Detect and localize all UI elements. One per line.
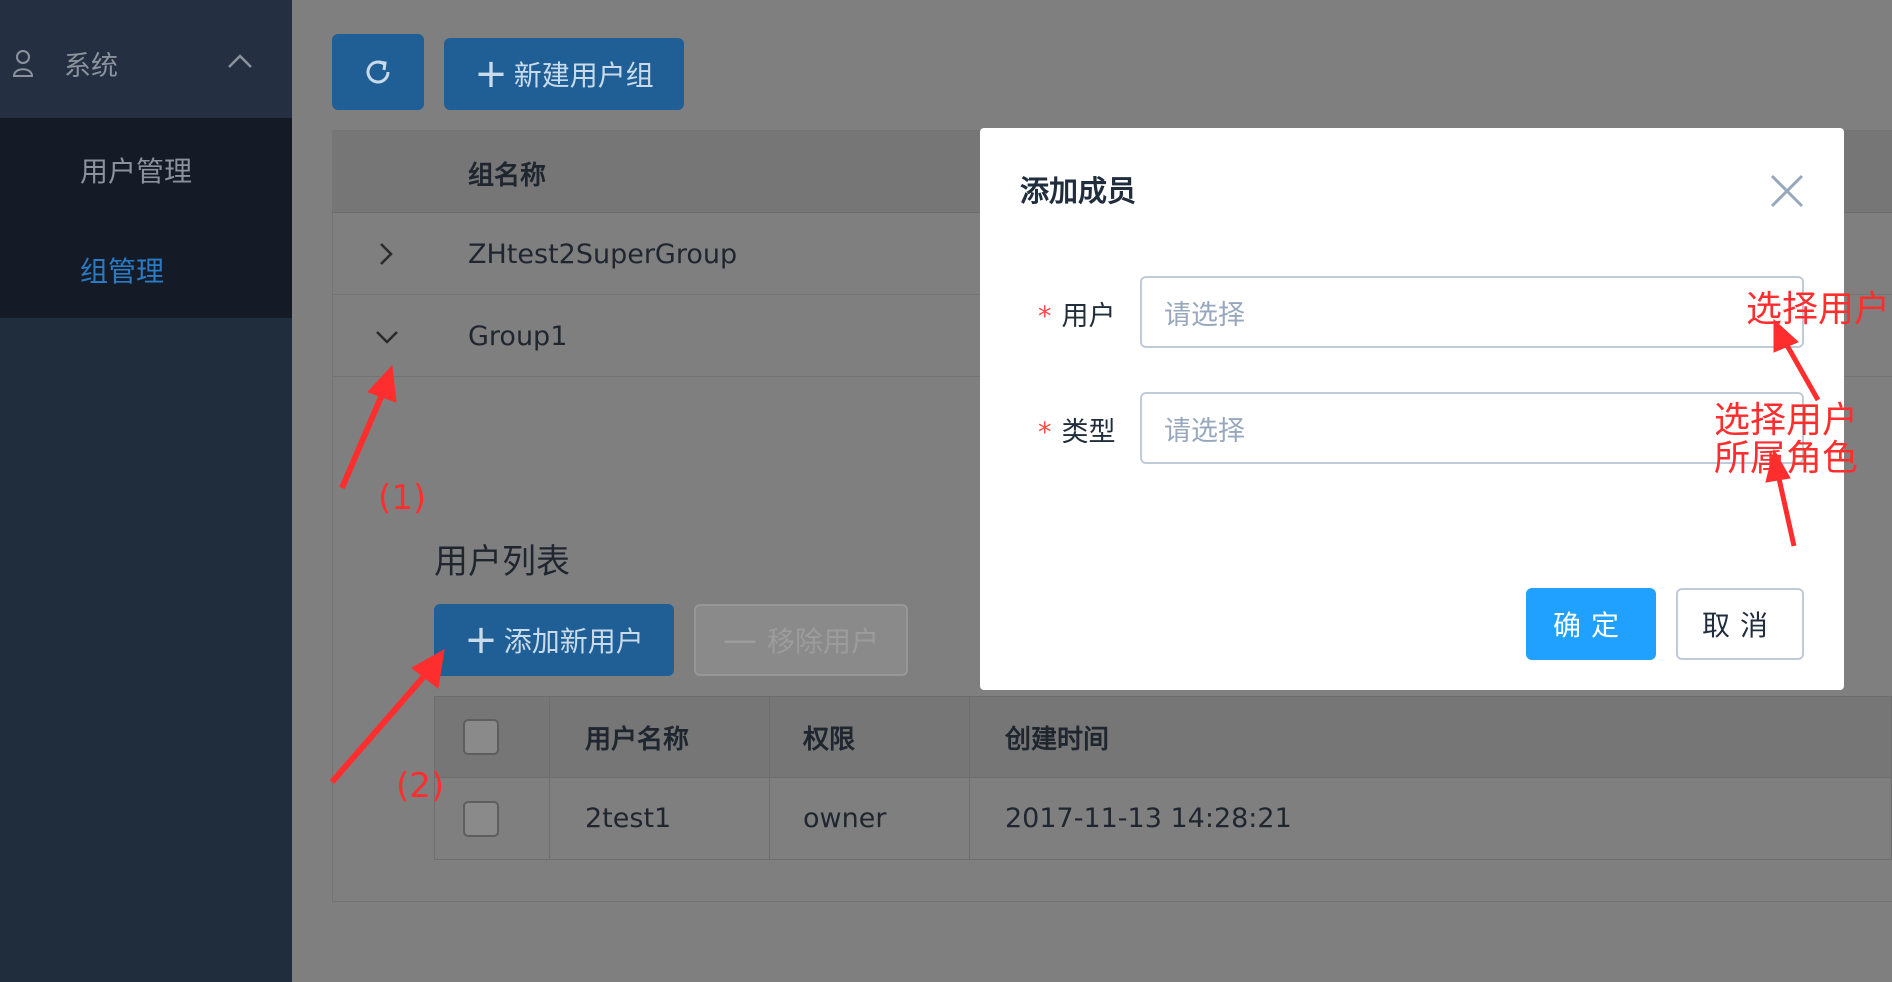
chevron-down-icon[interactable]: [374, 327, 400, 347]
chevron-up-icon[interactable]: [226, 52, 254, 70]
row-select-cell: [463, 778, 499, 859]
dialog-title: 添加成员: [1020, 174, 1137, 208]
created-time-cell: 2017-11-13 14:28:21: [1005, 803, 1292, 834]
group-name-column-header: 组名称: [468, 161, 547, 191]
user-list-title: 用户列表: [434, 542, 570, 582]
minus-icon: —: [722, 620, 757, 660]
annotation-step-1: (1): [378, 478, 427, 518]
group-name: Group1: [468, 321, 568, 352]
confirm-button[interactable]: 确定: [1526, 588, 1656, 660]
annotation-select-role-line1: 选择用户: [1714, 400, 1859, 441]
remove-user-button[interactable]: — 移除用户: [694, 604, 908, 676]
required-mark: *: [1038, 301, 1052, 332]
user-name-cell: 2test1: [585, 803, 672, 834]
user-field-label: * 用户: [1038, 294, 1116, 333]
new-group-button[interactable]: + 新建用户组: [444, 38, 684, 110]
user-select[interactable]: 请选择: [1140, 276, 1804, 348]
sidebar-submenu: 用户管理 组管理: [0, 118, 292, 318]
plus-icon: +: [474, 51, 508, 97]
table-row[interactable]: 2test1 owner 2017-11-13 14:28:21: [434, 778, 1892, 860]
column-header-permission: 权限: [803, 724, 856, 755]
close-icon[interactable]: [1768, 172, 1806, 210]
type-label-text: 类型: [1061, 417, 1116, 448]
add-user-button[interactable]: + 添加新用户: [434, 604, 674, 676]
type-field-label: * 类型: [1038, 410, 1116, 449]
annotation-step-2: (2): [396, 766, 445, 806]
group-name: ZHtest2SuperGroup: [468, 239, 738, 270]
sidebar: 系统 用户管理 组管理: [0, 0, 292, 982]
type-select-placeholder: 请选择: [1164, 415, 1245, 447]
row-checkbox[interactable]: [463, 800, 499, 837]
refresh-button[interactable]: [332, 34, 424, 110]
add-user-label: 添加新用户: [503, 625, 644, 658]
sidebar-item-group-management[interactable]: 组管理: [80, 250, 164, 290]
select-all-checkbox[interactable]: [463, 719, 499, 755]
cancel-button[interactable]: 取消: [1676, 588, 1804, 660]
user-table-header: 用户名称 权限 创建时间: [434, 696, 1892, 778]
column-header-username: 用户名称: [585, 724, 690, 755]
refresh-icon: [366, 60, 390, 84]
annotation-select-role-line2: 所属角色: [1714, 438, 1859, 479]
plus-icon: +: [464, 617, 498, 663]
user-icon: [12, 50, 34, 77]
required-mark: *: [1038, 417, 1052, 448]
user-select-placeholder: 请选择: [1164, 299, 1245, 331]
new-group-label: 新建用户组: [513, 59, 654, 92]
sidebar-item-user-management[interactable]: 用户管理: [80, 150, 192, 190]
column-header-created: 创建时间: [1005, 724, 1110, 755]
sidebar-section-label: 系统: [64, 51, 118, 82]
select-all-cell: [463, 697, 499, 777]
chevron-right-icon[interactable]: [376, 241, 396, 267]
type-select[interactable]: 请选择: [1140, 392, 1804, 464]
annotation-select-role: 选择用户 所属角色: [1714, 402, 1858, 478]
permission-cell: owner: [803, 803, 887, 834]
sidebar-section-system[interactable]: 系统: [0, 0, 292, 118]
user-label-text: 用户: [1061, 301, 1116, 332]
remove-user-label: 移除用户: [766, 625, 879, 658]
annotation-select-user: 选择用户: [1746, 289, 1891, 330]
